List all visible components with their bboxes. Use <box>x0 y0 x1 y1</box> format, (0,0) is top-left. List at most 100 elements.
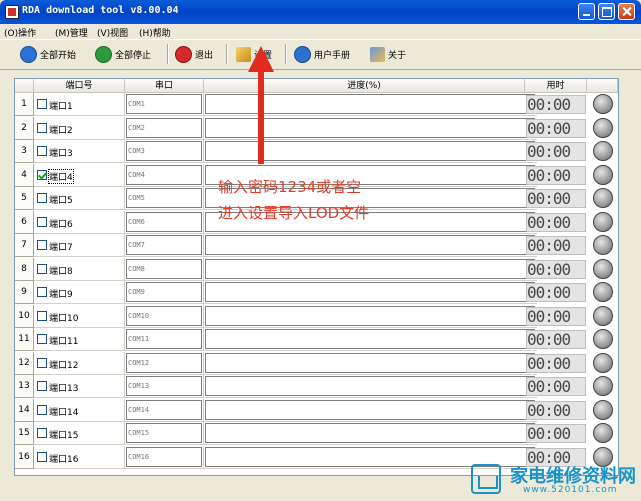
manual-button[interactable]: 用户手册 <box>294 45 350 63</box>
serial-field[interactable]: COM2 <box>126 117 202 138</box>
port-checkbox[interactable] <box>37 357 47 368</box>
serial-cell: COM2 <box>125 116 204 140</box>
start-all-button[interactable]: 全部开始 <box>20 45 76 63</box>
row-index: 3 <box>15 140 34 163</box>
watermark-logo-icon <box>471 464 501 494</box>
port-checkbox[interactable] <box>37 263 47 274</box>
port-checkbox[interactable] <box>37 310 47 321</box>
maximize-button[interactable] <box>598 3 615 20</box>
header-time: 用时 <box>525 79 587 93</box>
port-label: 端口15 <box>49 431 79 441</box>
menu-manage[interactable]: (M)管理 <box>55 26 88 39</box>
serial-cell: COM10 <box>125 304 204 328</box>
serial-cell: COM1 <box>125 93 204 116</box>
port-checkbox[interactable] <box>37 169 47 180</box>
serial-field[interactable]: COM14 <box>126 399 202 420</box>
app-window: RDA download tool v8.00.04 (O)操作 (M)管理 (… <box>0 0 641 501</box>
watermark: 家电维修资料网 www.520101.com <box>463 462 641 498</box>
time-display: 00:00 <box>527 165 571 185</box>
port-label: 端口9 <box>49 290 73 300</box>
port-cell: 端口6 <box>34 210 125 234</box>
serial-field[interactable]: COM7 <box>126 235 202 255</box>
serial-field[interactable]: COM10 <box>126 305 202 326</box>
about-button[interactable]: 关于 <box>370 45 406 63</box>
exit-button[interactable]: 退出 <box>175 45 213 63</box>
serial-field[interactable]: COM3 <box>126 141 202 161</box>
time-display: 00:00 <box>527 259 571 279</box>
toolbar-separator <box>226 44 228 64</box>
serial-field[interactable]: COM15 <box>126 423 202 443</box>
port-label: 端口3 <box>49 149 73 159</box>
row-index: 5 <box>15 187 34 210</box>
serial-cell: COM16 <box>125 445 204 469</box>
progress-cell <box>204 281 537 304</box>
port-label: 端口10 <box>49 313 79 324</box>
time-display: 00:00 <box>527 400 571 420</box>
serial-field[interactable]: COM16 <box>126 446 202 467</box>
status-cell <box>587 117 618 140</box>
port-checkbox[interactable] <box>37 240 47 250</box>
port-cell: 端口11 <box>34 328 125 351</box>
port-checkbox[interactable] <box>37 334 47 344</box>
status-led-icon <box>593 423 613 443</box>
status-cell <box>587 211 618 234</box>
minimize-button[interactable] <box>578 3 595 20</box>
toolbar-separator <box>167 44 169 64</box>
menu-bar: (O)操作 (M)管理 (V)视图 (H)帮助 <box>0 24 641 39</box>
port-checkbox[interactable] <box>37 381 47 391</box>
port-cell: 端口14 <box>34 398 125 422</box>
row-index: 10 <box>15 304 34 328</box>
row-index: 2 <box>15 116 34 140</box>
serial-cell: COM5 <box>125 187 204 210</box>
serial-field[interactable]: COM11 <box>126 329 202 349</box>
port-checkbox[interactable] <box>37 287 47 297</box>
time-cell: 00:00 <box>525 352 587 375</box>
port-checkbox[interactable] <box>37 99 47 109</box>
serial-field[interactable]: COM9 <box>126 282 202 302</box>
table-row: 10 端口10 COM10 00:00 <box>15 304 618 328</box>
port-checkbox[interactable] <box>37 146 47 156</box>
time-cell: 00:00 <box>525 164 587 187</box>
serial-cell: COM9 <box>125 281 204 304</box>
serial-field[interactable]: COM6 <box>126 211 202 232</box>
serial-field[interactable]: COM13 <box>126 376 202 396</box>
time-display: 00:00 <box>527 142 571 161</box>
menu-operate[interactable]: (O)操作 <box>4 26 36 39</box>
close-button[interactable] <box>618 3 635 20</box>
start-all-label: 全部开始 <box>40 50 77 61</box>
status-led-icon <box>593 352 613 373</box>
time-cell: 00:00 <box>525 281 587 304</box>
time-display: 00:00 <box>527 212 571 232</box>
serial-field[interactable]: COM8 <box>126 258 202 279</box>
port-checkbox[interactable] <box>37 216 47 227</box>
menu-help[interactable]: (H)帮助 <box>139 26 171 39</box>
time-display: 00:00 <box>527 189 571 208</box>
port-label: 端口5 <box>49 196 73 206</box>
port-checkbox[interactable] <box>37 122 47 133</box>
stop-all-label: 全部停止 <box>115 50 152 61</box>
port-checkbox[interactable] <box>37 193 47 203</box>
menu-view[interactable]: (V)视图 <box>97 26 128 39</box>
serial-field[interactable]: COM12 <box>126 352 202 373</box>
status-cell <box>587 328 618 351</box>
status-led-icon <box>593 94 613 114</box>
port-label: 端口2 <box>49 125 73 136</box>
row-index: 14 <box>15 398 34 422</box>
port-checkbox[interactable] <box>37 404 47 415</box>
stop-all-button[interactable]: 全部停止 <box>95 45 151 63</box>
progress-bar <box>205 305 535 326</box>
time-display: 00:00 <box>527 424 571 443</box>
port-checkbox[interactable] <box>37 428 47 438</box>
port-label: 端口14 <box>49 407 79 418</box>
table-row: 12 端口12 COM12 00:00 <box>15 351 618 375</box>
port-label: 端口8 <box>49 266 73 277</box>
time-cell: 00:00 <box>525 399 587 422</box>
serial-field[interactable]: COM4 <box>126 164 202 185</box>
status-cell <box>587 164 618 187</box>
serial-field[interactable]: COM5 <box>126 188 202 208</box>
serial-field[interactable]: COM1 <box>126 94 202 114</box>
about-label: 关于 <box>388 50 407 61</box>
table-row: 7 端口7 COM7 00:00 <box>15 234 618 257</box>
port-checkbox[interactable] <box>37 451 47 462</box>
progress-bar <box>205 235 535 255</box>
